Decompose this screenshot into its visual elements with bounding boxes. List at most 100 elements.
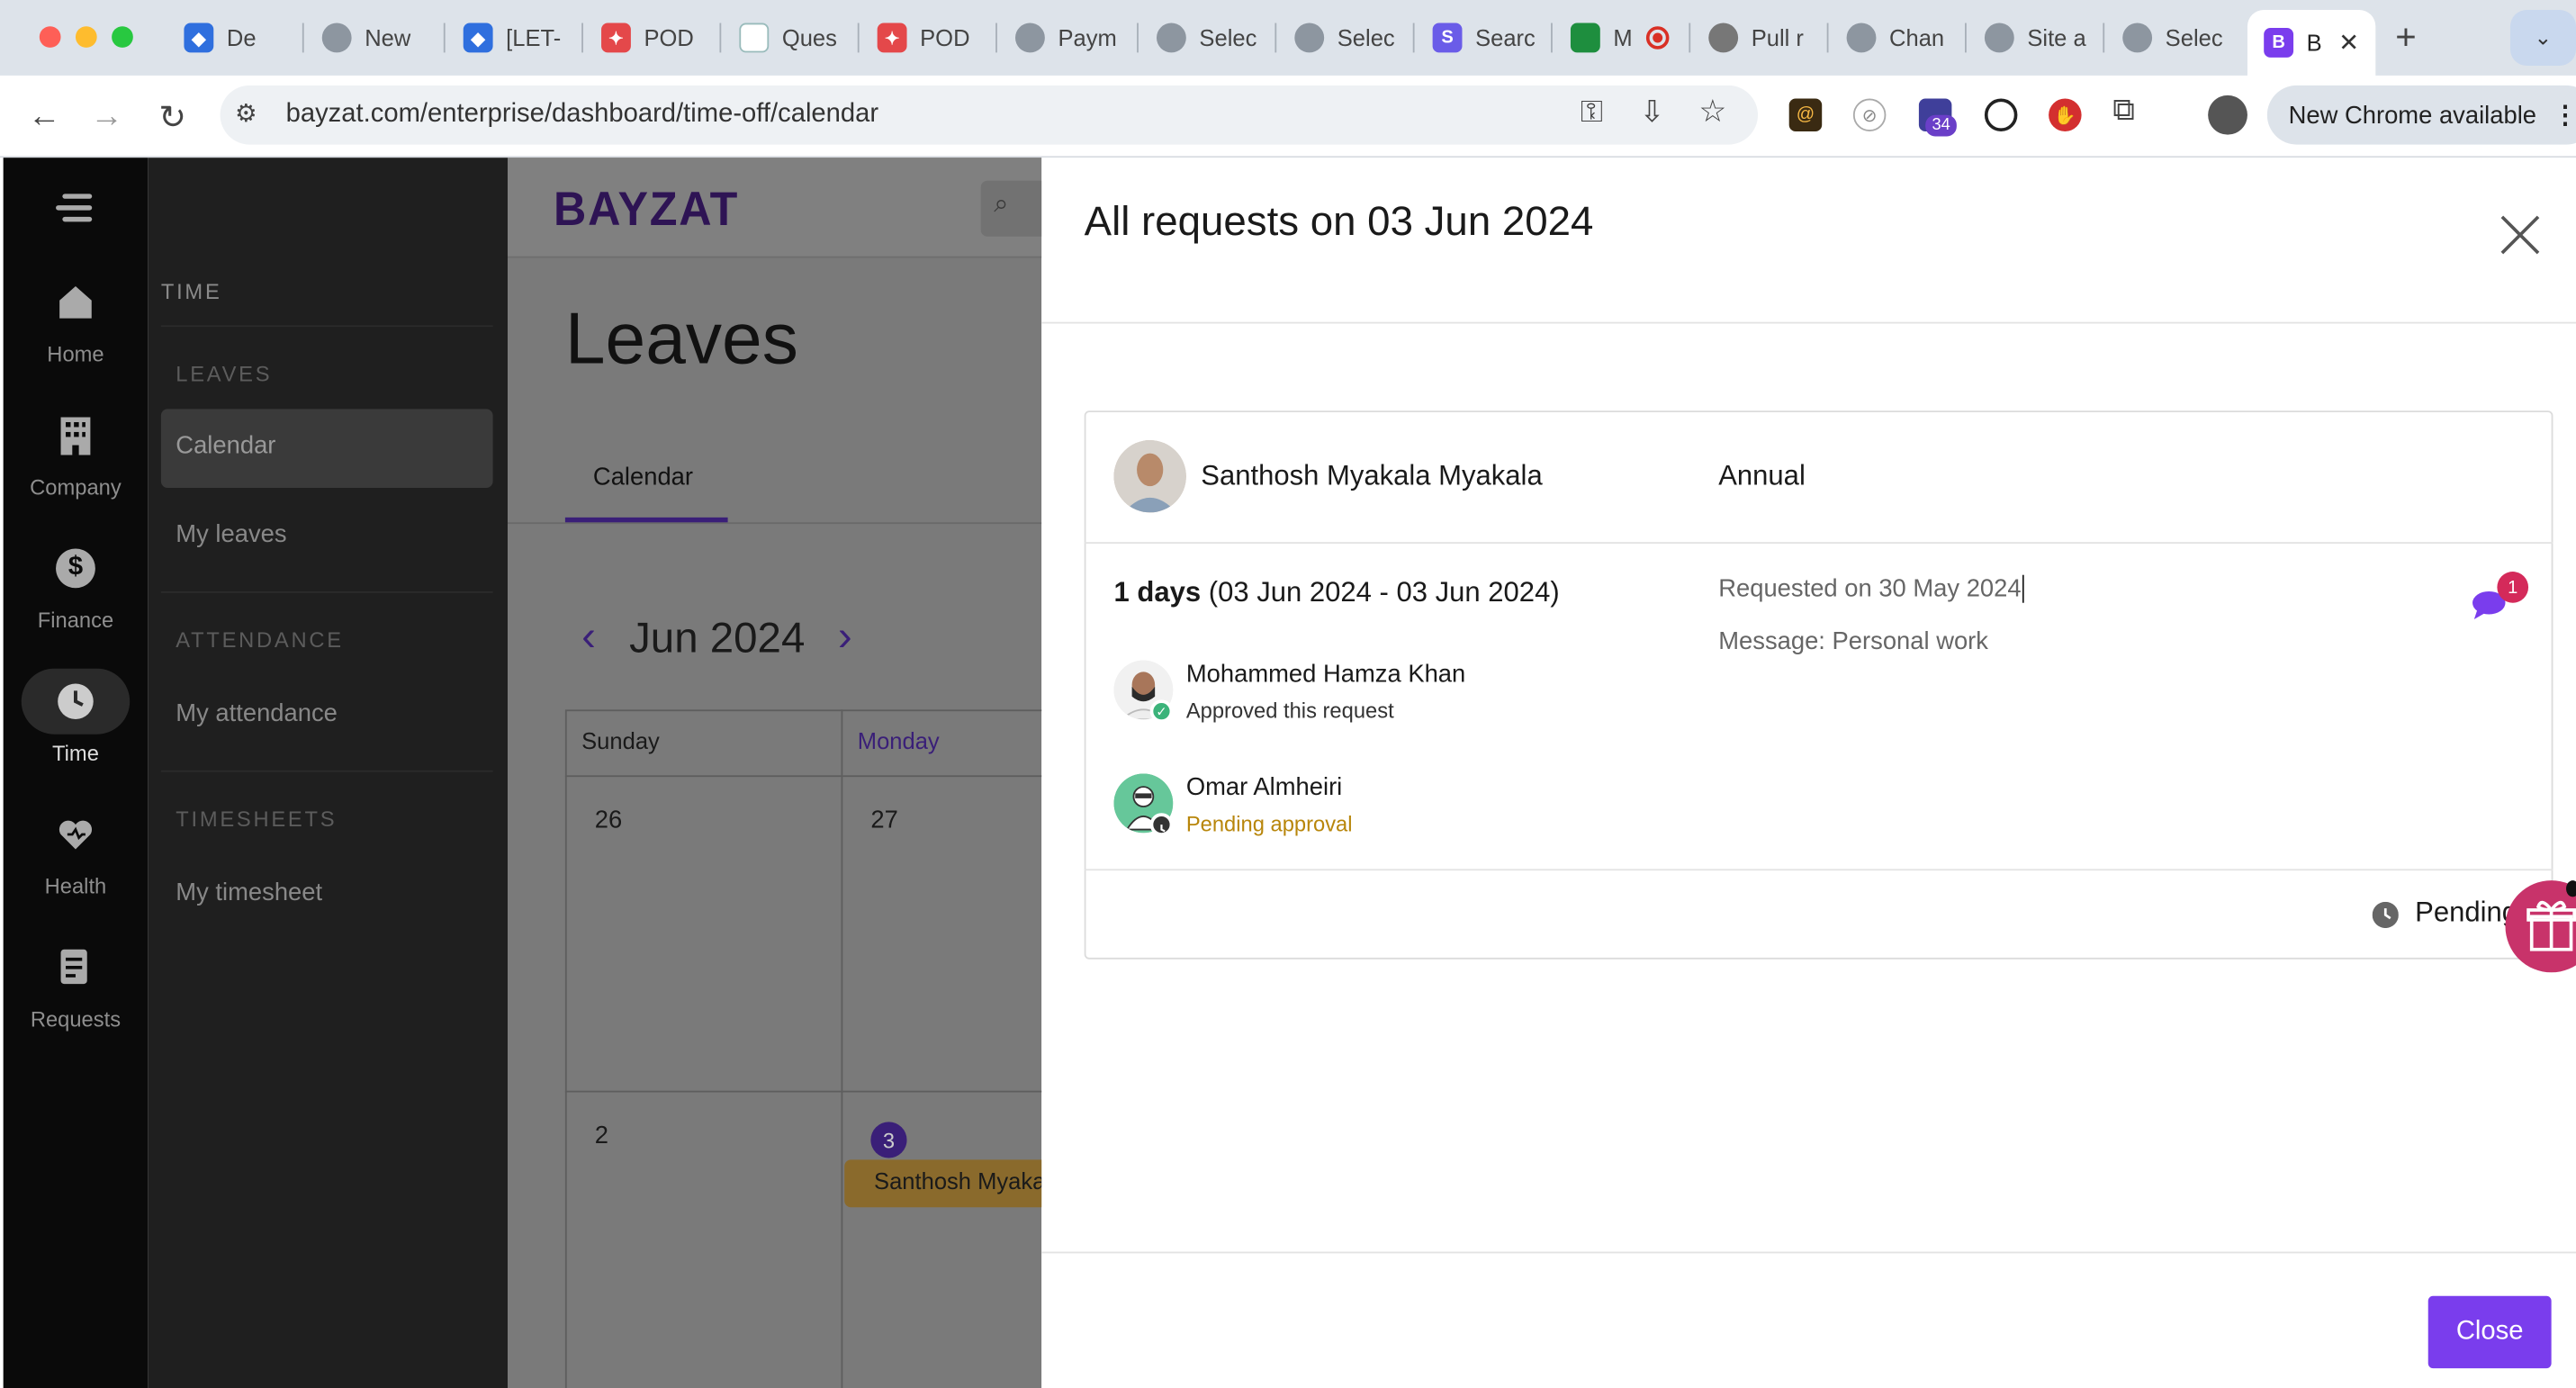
tab-search-button[interactable]: ⌄ — [2509, 9, 2576, 66]
close-window-button[interactable] — [39, 26, 61, 48]
browser-tab[interactable]: ✦ POD — [588, 14, 719, 63]
attendance-header: ATTENDANCE — [176, 627, 344, 653]
health-icon — [22, 802, 130, 868]
browser-tab[interactable]: M — [1557, 14, 1689, 63]
globe-icon — [1846, 23, 1877, 53]
browser-tab[interactable]: ✦ POD — [864, 14, 995, 63]
leave-event[interactable]: Santhosh Myakala Myakala — [844, 1159, 1058, 1208]
tab-separator — [857, 23, 860, 53]
minimize-window-button[interactable] — [75, 26, 97, 48]
nav-home[interactable]: Home — [4, 269, 149, 366]
extension-email-icon[interactable]: @ — [1788, 98, 1823, 131]
calendar-day[interactable]: 27 — [870, 807, 897, 834]
browser-tab[interactable]: Selec — [1282, 14, 1413, 63]
browser-tab[interactable]: Ques — [726, 14, 864, 63]
prev-month-button[interactable]: ‹ — [581, 611, 596, 662]
month-label: Jun 2024 — [629, 612, 806, 662]
divider — [160, 325, 493, 328]
close-button[interactable]: Close — [2427, 1295, 2552, 1369]
chevron-down-icon: ⌄ — [2534, 24, 2553, 50]
browser-tab[interactable]: ◆ [LET- — [450, 14, 581, 63]
document-icon — [22, 934, 130, 1000]
calendar-day[interactable]: 26 — [595, 807, 622, 834]
nav-finance[interactable]: $ Finance — [4, 536, 149, 633]
globe-icon — [1984, 23, 2014, 53]
drawer-header-divider — [1041, 321, 2576, 324]
new-chrome-available-button[interactable]: New Chrome available ⋮ — [2266, 85, 2576, 145]
page-title: Leaves — [564, 299, 798, 380]
nav-company[interactable]: Company — [4, 402, 149, 500]
browser-tab[interactable]: Selec — [2110, 14, 2241, 63]
install-app-icon[interactable]: ⇩ — [1640, 95, 1665, 130]
extension-compass-icon[interactable]: ⊘ — [1852, 98, 1887, 131]
tab-separator — [443, 23, 446, 53]
nav-health[interactable]: Health — [4, 802, 149, 898]
approver-name: Mohammed Hamza Khan — [1185, 660, 1466, 689]
clock-icon — [21, 668, 131, 735]
kebab-menu-icon[interactable]: ⋮ — [2553, 100, 2576, 130]
key-icon[interactable]: ⚿ — [1581, 95, 1603, 130]
calendar-row-divider — [564, 775, 1058, 778]
jira-icon: ◆ — [463, 23, 493, 53]
subnav-item-my-timesheet[interactable]: My timesheet — [176, 879, 322, 906]
globe-icon — [1015, 23, 1045, 53]
browser-tab[interactable]: ◆ De — [171, 14, 299, 63]
drawer-footer-divider — [1041, 1251, 2576, 1254]
site-info-icon[interactable]: ⚙ — [235, 98, 257, 128]
browser-tab[interactable]: Paym — [1002, 14, 1139, 63]
close-icon[interactable] — [2496, 211, 2545, 260]
request-status: Pending — [2415, 897, 2514, 929]
tab-separator — [995, 23, 997, 53]
profile-avatar[interactable] — [2208, 95, 2247, 135]
calendar-row-divider — [564, 1090, 1058, 1093]
clock-icon — [2372, 901, 2399, 929]
tab-separator — [1412, 23, 1415, 53]
reload-button[interactable]: ↻ — [151, 95, 194, 138]
browser-tab[interactable]: S Searc — [1419, 14, 1551, 63]
menu-toggle-icon[interactable] — [56, 191, 93, 223]
browser-tab[interactable]: Chan — [1833, 14, 1965, 63]
url-text[interactable]: bayzat.com/enterprise/dashboard/time-off… — [286, 100, 879, 130]
active-browser-tab[interactable]: B B ✕ — [2247, 9, 2376, 76]
tab-separator — [1274, 23, 1277, 53]
requested-on: Requested on 30 May 2024 — [1718, 574, 2025, 603]
grid-icon — [739, 23, 770, 53]
tab-separator — [719, 23, 722, 53]
dollar-icon: $ — [22, 536, 130, 601]
gift-button[interactable] — [2505, 880, 2576, 973]
extension-block-icon[interactable]: ✋ — [2049, 98, 2082, 131]
bookmark-star-icon[interactable]: ☆ — [1698, 94, 1726, 131]
globe-icon — [2122, 23, 2153, 53]
tabs-divider — [508, 522, 1042, 525]
approver-status: Approved this request — [1185, 698, 1394, 723]
tab-calendar[interactable]: Calendar — [593, 464, 693, 491]
nav-requests[interactable]: Requests — [4, 934, 149, 1032]
next-month-button[interactable]: › — [838, 611, 852, 662]
calendar-day[interactable]: 2 — [595, 1122, 608, 1149]
browser-tab[interactable]: Selec — [1143, 14, 1274, 63]
back-button[interactable]: ← — [23, 95, 66, 138]
subnav-item-my-attendance[interactable]: My attendance — [176, 699, 338, 727]
bayzat-logo[interactable]: BAYZAT — [554, 184, 739, 238]
time-subnav — [148, 158, 509, 1388]
calendar-day-today[interactable]: 3 — [870, 1122, 907, 1158]
figma-icon: ✦ — [601, 23, 631, 53]
forward-button[interactable]: → — [86, 95, 128, 138]
subnav-item-my-leaves[interactable]: My leaves — [176, 520, 286, 548]
nav-time[interactable]: Time — [4, 668, 149, 765]
figma-icon: ✦ — [877, 23, 907, 53]
card-divider — [1084, 869, 2553, 871]
browser-tab[interactable]: Site a — [1971, 14, 2103, 63]
drawer-title: All requests on 03 Jun 2024 — [1084, 198, 1594, 245]
close-tab-icon[interactable]: ✕ — [2338, 28, 2359, 58]
zoom-window-button[interactable] — [112, 26, 133, 48]
recording-icon — [1645, 26, 1669, 50]
browser-tab[interactable]: Pull r — [1696, 14, 1827, 63]
request-message: Message: Personal work — [1718, 627, 1989, 656]
extensions-puzzle-icon[interactable]: ⧉ — [2112, 94, 2135, 130]
browser-tab[interactable]: New — [309, 14, 440, 63]
new-tab-button[interactable]: + — [2395, 16, 2416, 59]
extension-link-icon[interactable] — [1984, 98, 2018, 131]
employee-avatar — [1113, 440, 1186, 513]
search-input[interactable]: ⌕ — [980, 180, 1047, 237]
